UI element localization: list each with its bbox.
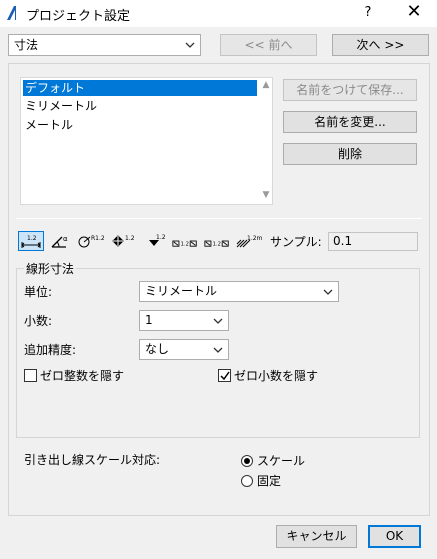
- radial-dimension-icon[interactable]: R1.2: [78, 231, 104, 251]
- cancel-button[interactable]: キャンセル: [276, 525, 357, 548]
- leader-scale-radio[interactable]: [241, 455, 253, 467]
- chevron-down-icon: [185, 42, 195, 48]
- scroll-down-icon[interactable]: ▼: [261, 190, 271, 200]
- chevron-down-icon: [213, 318, 223, 324]
- angle-dimension-icon[interactable]: α: [48, 231, 74, 251]
- radio-dot-icon: [244, 458, 250, 464]
- preset-item-millimeter[interactable]: ミリメートル: [23, 98, 257, 114]
- area-dimension-icon[interactable]: 1.2m²: [236, 231, 262, 251]
- app-icon: [5, 5, 21, 21]
- unit-select-value: ミリメートル: [145, 284, 218, 298]
- section-select-value: 寸法: [14, 38, 39, 52]
- unit-select[interactable]: ミリメートル: [139, 281, 339, 302]
- save-as-button[interactable]: 名前をつけて保存...: [283, 79, 417, 101]
- door-window-dimension-icon[interactable]: 1.2: [172, 231, 198, 251]
- level-dimension-icon[interactable]: 1.2: [112, 231, 138, 251]
- extra-accuracy-label: 追加精度:: [24, 343, 77, 357]
- preset-list[interactable]: デフォルト ミリメートル メートル ▲ ▼: [20, 77, 273, 205]
- unit-label: 単位:: [24, 285, 53, 299]
- svg-text:1.2: 1.2: [27, 235, 37, 242]
- svg-text:1.2: 1.2: [213, 241, 221, 247]
- chevron-down-icon: [323, 289, 333, 295]
- ok-button[interactable]: OK: [368, 525, 421, 548]
- help-button[interactable]: ?: [352, 1, 384, 25]
- linear-dimension-icon[interactable]: 1.2: [18, 231, 44, 251]
- separator: [16, 218, 422, 219]
- sample-value: 0.1: [328, 232, 418, 251]
- leader-scale-option-label[interactable]: スケール: [257, 453, 305, 469]
- svg-text:1.2: 1.2: [156, 234, 166, 241]
- section-select[interactable]: 寸法: [8, 34, 201, 56]
- checkmark-icon: [220, 371, 230, 381]
- chevron-down-icon: [213, 347, 223, 353]
- svg-text:R1.2: R1.2: [91, 235, 104, 242]
- sill-height-dimension-icon[interactable]: 1.2: [204, 231, 230, 251]
- svg-text:1.2: 1.2: [125, 235, 135, 242]
- rename-button[interactable]: 名前を変更...: [283, 111, 417, 133]
- svg-text:1.2: 1.2: [181, 241, 189, 247]
- decimals-select-value: 1: [145, 313, 153, 327]
- linear-group-title: 線形寸法: [24, 261, 77, 277]
- leader-fixed-radio[interactable]: [241, 475, 253, 487]
- hide-zero-integer-label[interactable]: ゼロ整数を隠す: [40, 368, 124, 384]
- extra-accuracy-select-value: なし: [145, 342, 170, 356]
- window-title: プロジェクト設定: [26, 9, 131, 24]
- preset-item-default[interactable]: デフォルト: [23, 80, 257, 96]
- leader-scale-label: 引き出し線スケール対応:: [24, 453, 161, 467]
- sample-label: サンプル:: [270, 235, 322, 249]
- elevation-dimension-icon[interactable]: 1.2: [144, 231, 170, 251]
- preset-item-meter[interactable]: メートル: [23, 117, 257, 133]
- next-button[interactable]: 次へ >>: [332, 34, 429, 56]
- close-button[interactable]: ✕: [398, 1, 430, 25]
- svg-text:1.2m²: 1.2m²: [247, 235, 262, 242]
- leader-fixed-option-label[interactable]: 固定: [257, 473, 281, 489]
- prev-button[interactable]: << 前へ: [220, 34, 317, 56]
- extra-accuracy-select[interactable]: なし: [139, 339, 229, 360]
- hide-zero-decimal-checkbox[interactable]: [218, 369, 231, 382]
- hide-zero-integer-checkbox[interactable]: [24, 369, 37, 382]
- svg-text:α: α: [63, 235, 68, 243]
- delete-button[interactable]: 削除: [283, 143, 417, 165]
- scroll-up-icon[interactable]: ▲: [261, 80, 271, 90]
- hide-zero-decimal-label[interactable]: ゼロ小数を隠す: [234, 368, 318, 384]
- decimals-label: 小数:: [24, 314, 53, 328]
- decimals-select[interactable]: 1: [139, 310, 229, 331]
